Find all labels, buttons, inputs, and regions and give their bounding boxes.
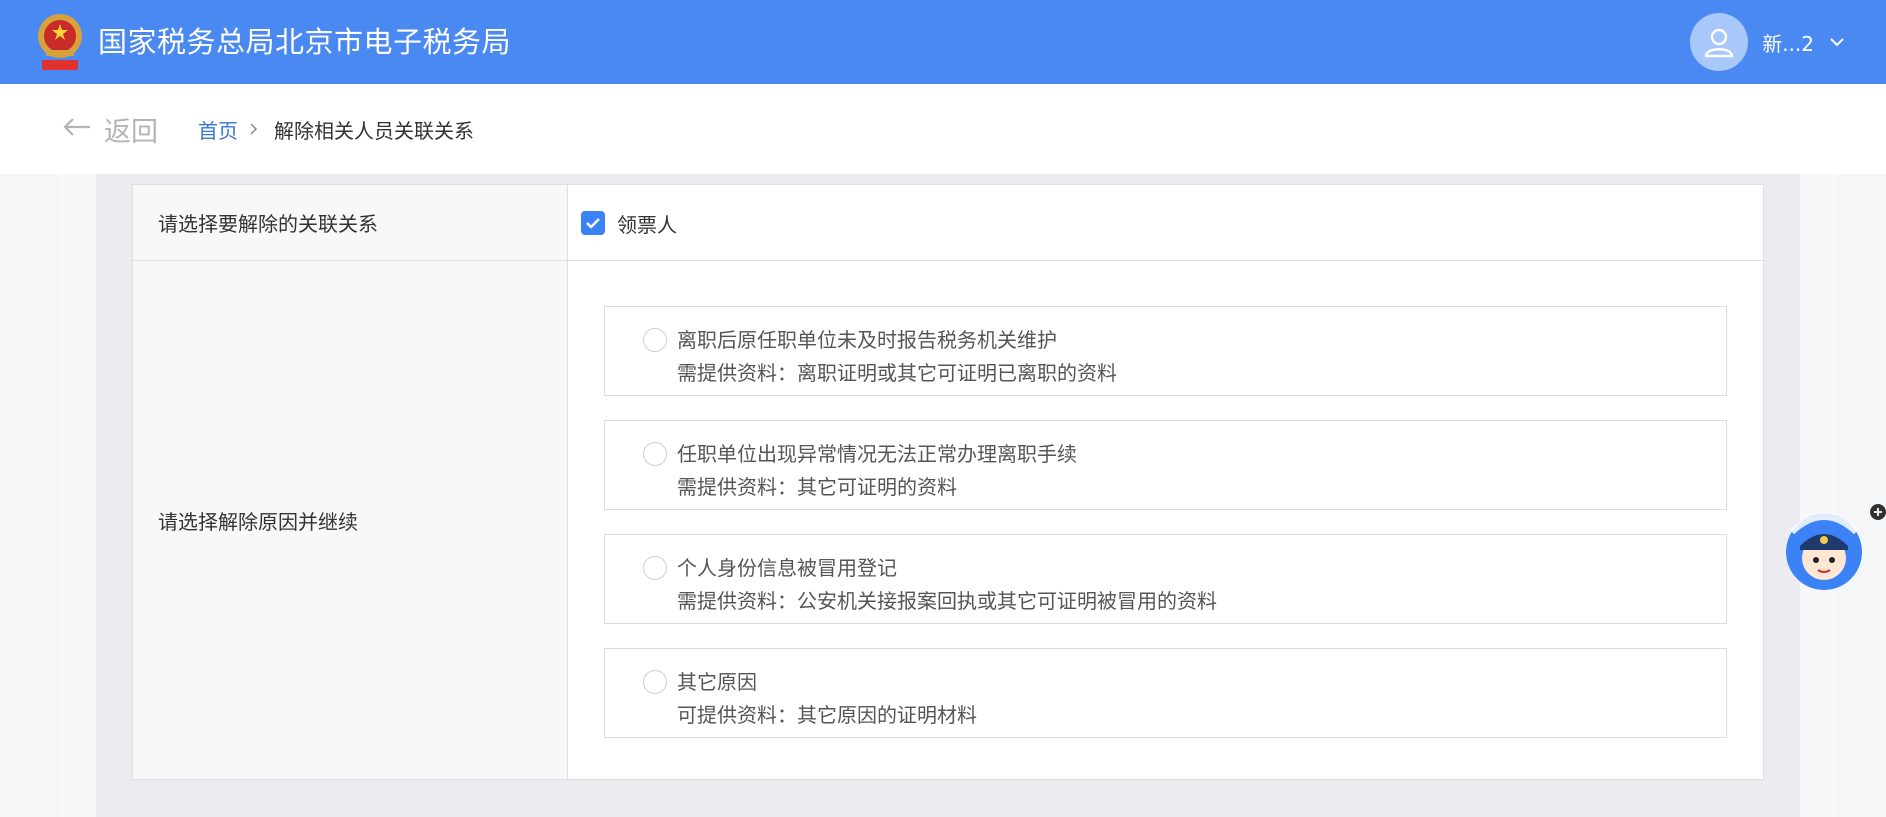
breadcrumb: 首页 解除相关人员关联关系	[198, 114, 474, 144]
reason-title: 个人身份信息被冒用登记	[677, 556, 897, 580]
site-title: 国家税务总局北京市电子税务局	[98, 25, 512, 59]
navigation-bar: 返回 首页 解除相关人员关联关系	[0, 84, 1886, 174]
reason-row: 请选择解除原因并继续 离职后原任职单位未及时报告税务机关维护 需提供资料：离职证…	[133, 261, 1763, 779]
chevron-down-icon[interactable]	[1828, 33, 1846, 51]
relation-label: 请选择要解除的关联关系	[133, 185, 568, 260]
top-bar: 国家税务总局北京市电子税务局 新...2	[0, 0, 1886, 84]
breadcrumb-home-link[interactable]: 首页	[198, 115, 238, 144]
breadcrumb-current: 解除相关人员关联关系	[274, 118, 474, 143]
reason-title: 离职后原任职单位未及时报告税务机关维护	[677, 328, 1057, 352]
tax-assistant-icon[interactable]	[1782, 502, 1866, 594]
reason-option-employer-abnormal[interactable]: 任职单位出现异常情况无法正常办理离职手续 需提供资料：其它可证明的资料	[604, 420, 1727, 510]
reason-required-docs: 需提供资料：公安机关接报案回执或其它可证明被冒用的资料	[677, 589, 1217, 613]
relation-row: 请选择要解除的关联关系 领票人	[133, 185, 1763, 261]
reason-option-resigned-not-reported[interactable]: 离职后原任职单位未及时报告税务机关维护 需提供资料：离职证明或其它可证明已离职的…	[604, 306, 1727, 396]
reason-label: 请选择解除原因并继续	[133, 261, 568, 779]
reason-option-identity-misused[interactable]: 个人身份信息被冒用登记 需提供资料：公安机关接报案回执或其它可证明被冒用的资料	[604, 534, 1727, 624]
relation-checkbox-ticket-receiver[interactable]: 领票人	[581, 211, 677, 237]
radio-button[interactable]	[643, 328, 667, 352]
radio-button[interactable]	[643, 442, 667, 466]
relation-option-label: 领票人	[617, 212, 677, 237]
radio-button[interactable]	[643, 670, 667, 694]
checkbox-checked-icon[interactable]	[581, 211, 605, 235]
back-button[interactable]: 返回	[62, 110, 158, 148]
user-name[interactable]: 新...2	[1762, 28, 1814, 57]
reason-optional-docs: 可提供资料：其它原因的证明材料	[677, 703, 977, 727]
reason-required-docs: 需提供资料：离职证明或其它可证明已离职的资料	[677, 361, 1117, 385]
reason-title: 其它原因	[677, 670, 757, 694]
reason-title: 任职单位出现异常情况无法正常办理离职手续	[677, 442, 1077, 466]
unlink-form-table: 请选择要解除的关联关系 领票人 请选择解除原因并继续 离职后原任职单位未及时报告…	[132, 184, 1764, 780]
chevron-right-icon	[250, 122, 262, 136]
tax-emblem-logo	[34, 10, 86, 74]
plus-icon[interactable]	[1870, 504, 1886, 520]
arrow-left-icon	[62, 117, 92, 141]
back-label: 返回	[104, 116, 158, 148]
user-avatar-icon[interactable]	[1690, 13, 1749, 71]
radio-button[interactable]	[643, 556, 667, 580]
reason-option-other[interactable]: 其它原因 可提供资料：其它原因的证明材料	[604, 648, 1727, 738]
reason-required-docs: 需提供资料：其它可证明的资料	[677, 475, 957, 499]
user-menu[interactable]: 新...2	[1690, 13, 1846, 71]
